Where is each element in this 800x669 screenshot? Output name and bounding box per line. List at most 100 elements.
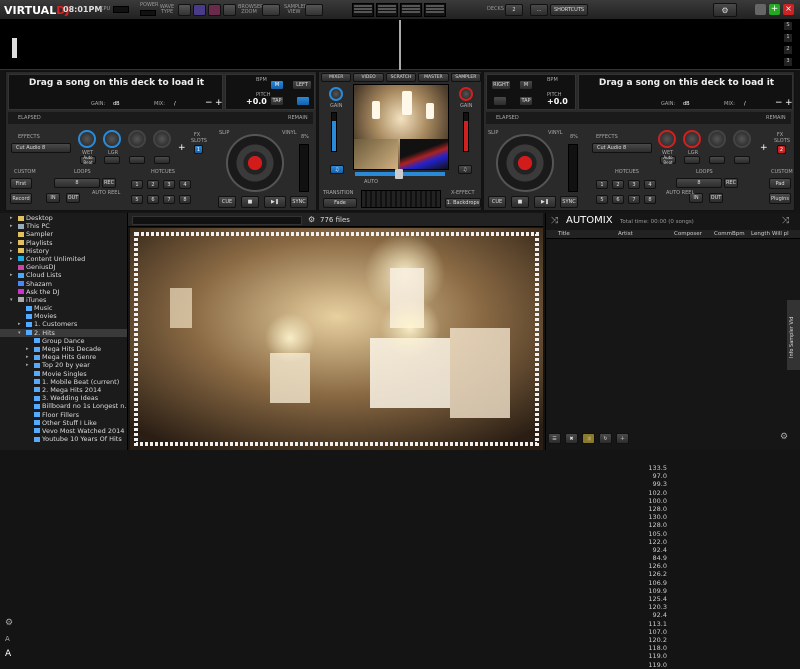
left-fx-knob-4[interactable]	[153, 130, 171, 148]
right-hotcue-4[interactable]: 4	[644, 180, 656, 189]
right-hotcue-2[interactable]: 2	[612, 180, 624, 189]
right-hotcue-7[interactable]: 7	[628, 195, 640, 204]
right-hotcue-1[interactable]: 1	[596, 180, 608, 189]
left-fx-slot-button[interactable]: 1	[194, 145, 203, 154]
right-fx-slot-button[interactable]: 2	[777, 145, 786, 154]
bpm-cell[interactable]: 126.0	[638, 562, 670, 570]
preview-thumb-left[interactable]	[354, 139, 398, 169]
more-button[interactable]: ...	[530, 4, 548, 16]
bpm-cell[interactable]: 120.3	[638, 603, 670, 611]
folder-item[interactable]: Group Dance	[0, 337, 127, 345]
left-add-effect-icon[interactable]: +	[178, 143, 186, 153]
settings-gear-icon[interactable]: ⚙	[713, 3, 737, 17]
right-hotcue-3[interactable]: 3	[628, 180, 640, 189]
waveform-zoom-2-button[interactable]: 2	[784, 46, 792, 54]
left-jog-wheel[interactable]	[226, 134, 284, 192]
left-fx-button-2[interactable]	[104, 156, 120, 164]
left-hotcue-8[interactable]: 8	[179, 195, 191, 204]
left-time-bar[interactable]: ELAPSED REMAIN	[8, 112, 313, 124]
automix-add-icon[interactable]: ＋	[616, 433, 629, 444]
folder-item[interactable]: Movie Singles	[0, 370, 127, 378]
bpm-cell[interactable]: 106.9	[638, 579, 670, 587]
folder-item[interactable]: Shazam	[0, 280, 127, 288]
waveform-zoom-3-button[interactable]: 3	[784, 58, 792, 66]
folder-item[interactable]: ▸ Top 20 by year	[0, 361, 127, 369]
col-comm[interactable]: Comm	[714, 231, 732, 237]
automix-shuffle-icon[interactable]: ⤨	[782, 216, 789, 226]
right-lgr-knob[interactable]	[683, 130, 701, 148]
right-gain-knob[interactable]	[459, 87, 473, 101]
left-hotcue-4[interactable]: 4	[179, 180, 191, 189]
left-headphone-button[interactable]: ♫	[330, 165, 344, 174]
left-volume-fader[interactable]	[331, 112, 337, 152]
preview-thumb-right[interactable]	[400, 139, 448, 169]
folder-item[interactable]: 1. Mobile Beat (current)	[0, 378, 127, 386]
right-loop-rec-button[interactable]: REC	[724, 178, 738, 188]
left-hotcue-7[interactable]: 7	[163, 195, 175, 204]
right-fx-knob-4[interactable]	[733, 130, 751, 148]
maximize-button[interactable]: +	[769, 4, 780, 15]
automix-mix-icon[interactable]: ⤨	[582, 433, 595, 444]
right-fx-button-3[interactable]	[709, 156, 725, 164]
right-plus-icon[interactable]: +	[785, 98, 793, 108]
bpm-cell[interactable]: 120.2	[638, 636, 670, 644]
left-loop-size[interactable]: 8	[54, 178, 100, 188]
folder-item[interactable]: Billboard no 1s Longest n.	[0, 402, 127, 410]
wave-type-button-2[interactable]	[193, 4, 206, 16]
folder-item[interactable]: ▸ Desktop	[0, 214, 127, 222]
left-tap-button[interactable]: TAP	[270, 96, 284, 106]
left-deck-active-button[interactable]	[296, 96, 310, 106]
browser-zoom-button[interactable]	[262, 4, 280, 16]
automix-trash-icon[interactable]: ✖	[565, 433, 578, 444]
folder-item[interactable]: Vevo Most Watched 2014	[0, 427, 127, 435]
bpm-cell[interactable]: 128.0	[638, 521, 670, 529]
left-deck-info[interactable]: Drag a song on this deck to load it GAIN…	[8, 74, 223, 110]
folder-item[interactable]: 2. Mega Hits 2014	[0, 386, 127, 394]
settings-cog-icon[interactable]: ⚙	[308, 215, 315, 224]
bpm-cell[interactable]: 130.0	[638, 513, 670, 521]
folder-item[interactable]: Floor Fillers	[0, 411, 127, 419]
right-hotcue-6[interactable]: 6	[612, 195, 624, 204]
left-record-button[interactable]: Record	[10, 193, 32, 204]
folder-arrow-icon[interactable]: ▸	[18, 320, 21, 328]
folder-item[interactable]: ▸ 1. Customers	[0, 320, 127, 328]
bpm-cell[interactable]: 119.0	[638, 652, 670, 660]
folder-arrow-icon[interactable]: ▸	[26, 361, 29, 369]
left-deck-select-button[interactable]: LEFT	[292, 80, 312, 90]
left-hotcue-1[interactable]: 1	[131, 180, 143, 189]
bpm-cell[interactable]: 125.4	[638, 595, 670, 603]
right-loop-out-button[interactable]: OUT	[709, 193, 723, 203]
folder-item[interactable]: ▸ History	[0, 247, 127, 255]
right-deck-active-button[interactable]	[493, 96, 507, 106]
bpm-cell[interactable]: 113.1	[638, 620, 670, 628]
col-length[interactable]: Length	[751, 231, 770, 237]
minimize-button[interactable]	[755, 4, 766, 15]
col-artist[interactable]: Artist	[618, 231, 633, 237]
right-deck-info[interactable]: Drag a song on this deck to load it GAIN…	[578, 74, 793, 110]
bpm-cell[interactable]: 97.0	[638, 472, 670, 480]
right-plugins-button[interactable]: Plugins	[769, 193, 791, 204]
right-play-pause-icon[interactable]: ▶❚	[534, 196, 556, 208]
tab-master[interactable]: MASTER	[418, 73, 449, 82]
left-effect-select[interactable]: Cut Audio 8	[11, 143, 71, 153]
folder-item[interactable]: ▾ 2. Hits	[0, 328, 127, 337]
file-list-video-background[interactable]: 133.5 97.0 99.3 102.0 100.0 128.0 130.0 128.0 10…	[130, 228, 667, 669]
font-larger-icon[interactable]: A	[5, 649, 11, 659]
font-smaller-icon[interactable]: A	[5, 635, 10, 643]
folder-item[interactable]: ▸ Mega Hits Genre	[0, 353, 127, 361]
left-fx-button-4[interactable]	[154, 156, 170, 164]
bpm-cell[interactable]: 128.0	[638, 505, 670, 513]
left-wet-knob[interactable]	[78, 130, 96, 148]
left-play-pause-icon[interactable]: ▶❚	[264, 196, 286, 208]
left-first-button[interactable]: First	[10, 178, 32, 189]
left-minus-icon[interactable]: −	[205, 98, 213, 108]
waveform-zoom-s-button[interactable]: S	[784, 22, 792, 30]
left-autobeat-button[interactable]: Auto Beat	[80, 155, 96, 165]
left-pitch-slider[interactable]	[299, 144, 309, 192]
right-sync-button[interactable]: SYNC	[560, 196, 578, 208]
folder-item[interactable]: GeniusDJ	[0, 263, 127, 271]
right-stop-icon[interactable]: ■	[511, 196, 529, 208]
left-sync-button[interactable]: SYNC	[290, 196, 308, 208]
decks-selector[interactable]: 2	[505, 4, 523, 16]
col-will-play[interactable]: Will pl	[772, 231, 789, 237]
